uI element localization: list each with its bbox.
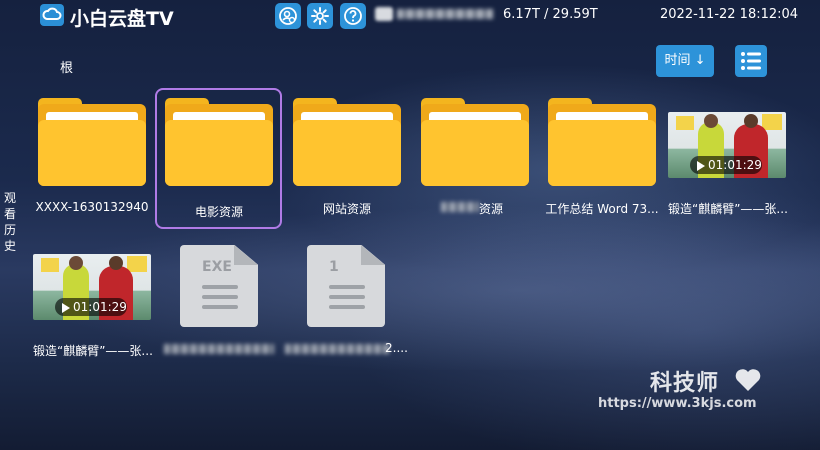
settings-gear-icon [311,7,329,25]
view-mode-button[interactable] [735,45,767,77]
exe-file-icon: EXE [180,245,258,327]
play-icon [697,161,705,171]
watermark-url: https://www.3kjs.com [598,396,757,411]
redacted-text [441,202,479,212]
account-switch-icon [279,7,297,25]
account-info[interactable] [375,7,495,21]
avatar [375,7,393,21]
item-label: 工作总结 Word 73... [545,202,659,216]
item-label: 锻造“麒麟臂”——张... [33,344,153,358]
account-name-redacted [397,9,493,19]
folder-icon [165,98,273,186]
redacted-text [164,344,274,354]
clock: 2022-11-22 18:12:04 [660,7,799,22]
file-type-badge: 1 [329,259,339,275]
video-thumbnail: 01:01:29 [668,112,786,178]
document-file-icon: 1 [307,245,385,327]
account-switch-button[interactable] [275,3,301,29]
heart-icon [735,369,761,391]
folder-icon [293,98,401,186]
redacted-text [285,344,389,354]
file-type-badge: EXE [202,259,232,275]
watch-history-tab[interactable]: 观看历史 [4,190,18,254]
item-label: 电影资源 [194,205,243,219]
settings-button[interactable] [307,3,333,29]
play-icon [62,303,70,313]
item-label: 锻造“麒麟臂”——张... [668,202,788,216]
sort-by-time-button[interactable]: 时间 ↓ [656,45,714,77]
folder-icon [548,98,656,186]
watermark-name: 科技师 [650,371,720,396]
storage-usage: 6.17T / 29.59T [503,7,598,22]
list-view-icon [741,52,761,70]
video-thumbnail: 01:01:29 [33,254,151,320]
app-title: 小白云盘TV [70,8,174,30]
cloud-logo-icon [40,4,64,26]
help-button[interactable] [340,3,366,29]
item-label: 网站资源 [322,202,371,216]
item-label: 资源 [479,202,504,216]
item-label: 2.... [385,341,408,355]
breadcrumb[interactable]: 根 [60,57,73,76]
help-question-icon [344,7,362,25]
item-label: XXXX-1630132940 [35,200,149,214]
folder-icon [421,98,529,186]
folder-icon [38,98,146,186]
